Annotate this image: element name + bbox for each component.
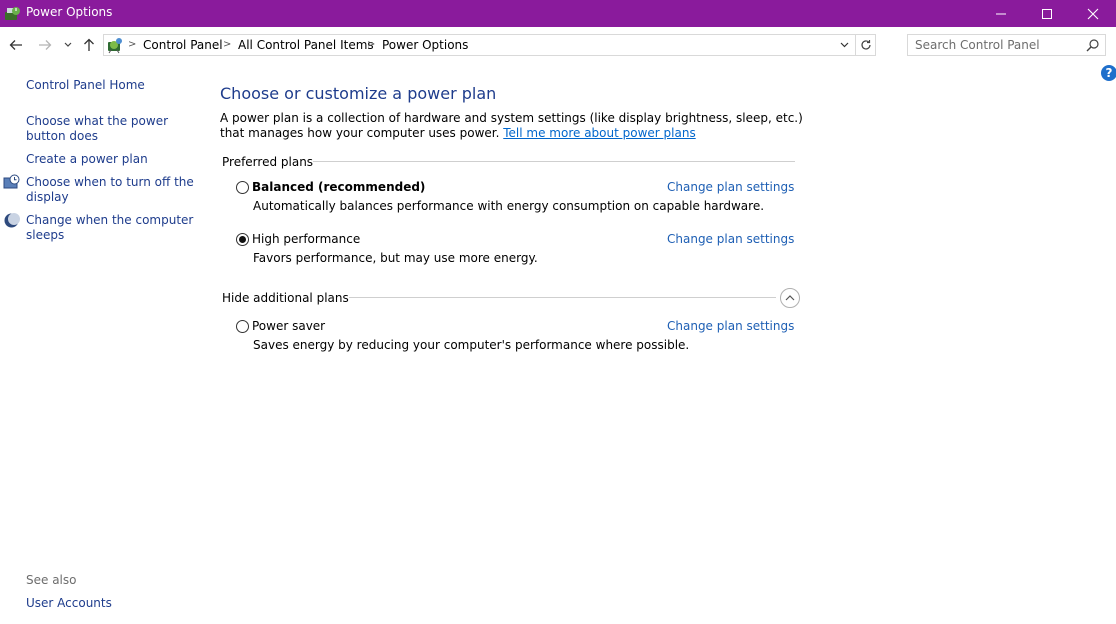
power-options-icon (4, 5, 21, 22)
search-box[interactable] (907, 34, 1106, 56)
close-button[interactable] (1070, 0, 1116, 27)
learn-more-link[interactable]: Tell me more about power plans (503, 126, 695, 140)
sidebar-item-power-button[interactable]: Choose what the power button does (26, 114, 202, 144)
window-title: Power Options (26, 5, 113, 19)
moon-icon (3, 212, 20, 229)
chevron-up-icon (785, 295, 795, 301)
user-accounts-link[interactable]: User Accounts (26, 596, 202, 611)
breadcrumb-power-options[interactable]: Power Options (382, 38, 468, 52)
plan-radio-balanced[interactable] (236, 181, 249, 194)
breadcrumb-separator: > (128, 39, 137, 50)
control-panel-home-link[interactable]: Control Panel Home (26, 78, 202, 93)
change-plan-settings-high-performance[interactable]: Change plan settings (667, 232, 794, 246)
forward-arrow-icon (39, 40, 52, 50)
chevron-down-icon (840, 42, 848, 48)
recent-locations-button[interactable] (61, 36, 75, 54)
help-icon[interactable]: ? (1101, 65, 1116, 81)
plan-name-power-saver[interactable]: Power saver (252, 319, 325, 333)
back-button[interactable] (7, 36, 25, 54)
breadcrumb-separator: > (223, 39, 232, 50)
search-input[interactable] (908, 35, 1083, 55)
see-also-heading: See also (26, 573, 77, 587)
chevron-down-icon (64, 42, 72, 47)
search-icon[interactable] (1086, 38, 1100, 52)
sidebar-item-computer-sleeps[interactable]: Change when the computer sleeps (26, 213, 196, 243)
display-clock-icon (3, 174, 20, 191)
plan-description-power-saver: Saves energy by reducing your computer's… (253, 338, 690, 352)
refresh-icon (860, 40, 871, 50)
plan-name-balanced[interactable]: Balanced (recommended) (252, 180, 425, 194)
maximize-button[interactable] (1024, 0, 1070, 27)
plan-description-high-performance: Favors performance, but may use more ene… (253, 251, 538, 265)
forward-button[interactable] (36, 36, 54, 54)
divider (306, 161, 795, 162)
up-arrow-icon (84, 38, 94, 51)
preferred-plans-label: Preferred plans (222, 155, 314, 169)
breadcrumb-separator: > (367, 39, 376, 50)
sidebar-item-create-plan[interactable]: Create a power plan (26, 152, 202, 167)
page-title: Choose or customize a power plan (220, 84, 497, 103)
divider (342, 297, 776, 298)
collapse-additional-plans-button[interactable] (780, 288, 800, 308)
breadcrumb-all-items[interactable]: All Control Panel Items (238, 38, 374, 52)
up-button[interactable] (80, 36, 98, 54)
hide-additional-plans-label[interactable]: Hide additional plans (222, 291, 349, 305)
title-bar: Power Options (0, 0, 1116, 27)
change-plan-settings-balanced[interactable]: Change plan settings (667, 180, 794, 194)
minimize-button[interactable] (978, 0, 1024, 27)
refresh-button[interactable] (855, 35, 875, 55)
control-panel-icon (106, 36, 124, 54)
navigation-bar: > Control Panel > All Control Panel Item… (0, 27, 1116, 63)
plan-name-high-performance[interactable]: High performance (252, 232, 360, 246)
back-arrow-icon (9, 40, 22, 50)
address-bar[interactable]: > Control Panel > All Control Panel Item… (103, 34, 876, 56)
breadcrumb-control-panel[interactable]: Control Panel (143, 38, 223, 52)
plan-radio-power-saver[interactable] (236, 320, 249, 333)
plan-radio-high-performance[interactable] (236, 233, 249, 246)
sidebar-item-turn-off-display[interactable]: Choose when to turn off the display (26, 175, 196, 205)
plan-description-balanced: Automatically balances performance with … (253, 199, 765, 213)
page-description: A power plan is a collection of hardware… (220, 111, 805, 141)
change-plan-settings-power-saver[interactable]: Change plan settings (667, 319, 794, 333)
address-dropdown-button[interactable] (837, 37, 851, 53)
